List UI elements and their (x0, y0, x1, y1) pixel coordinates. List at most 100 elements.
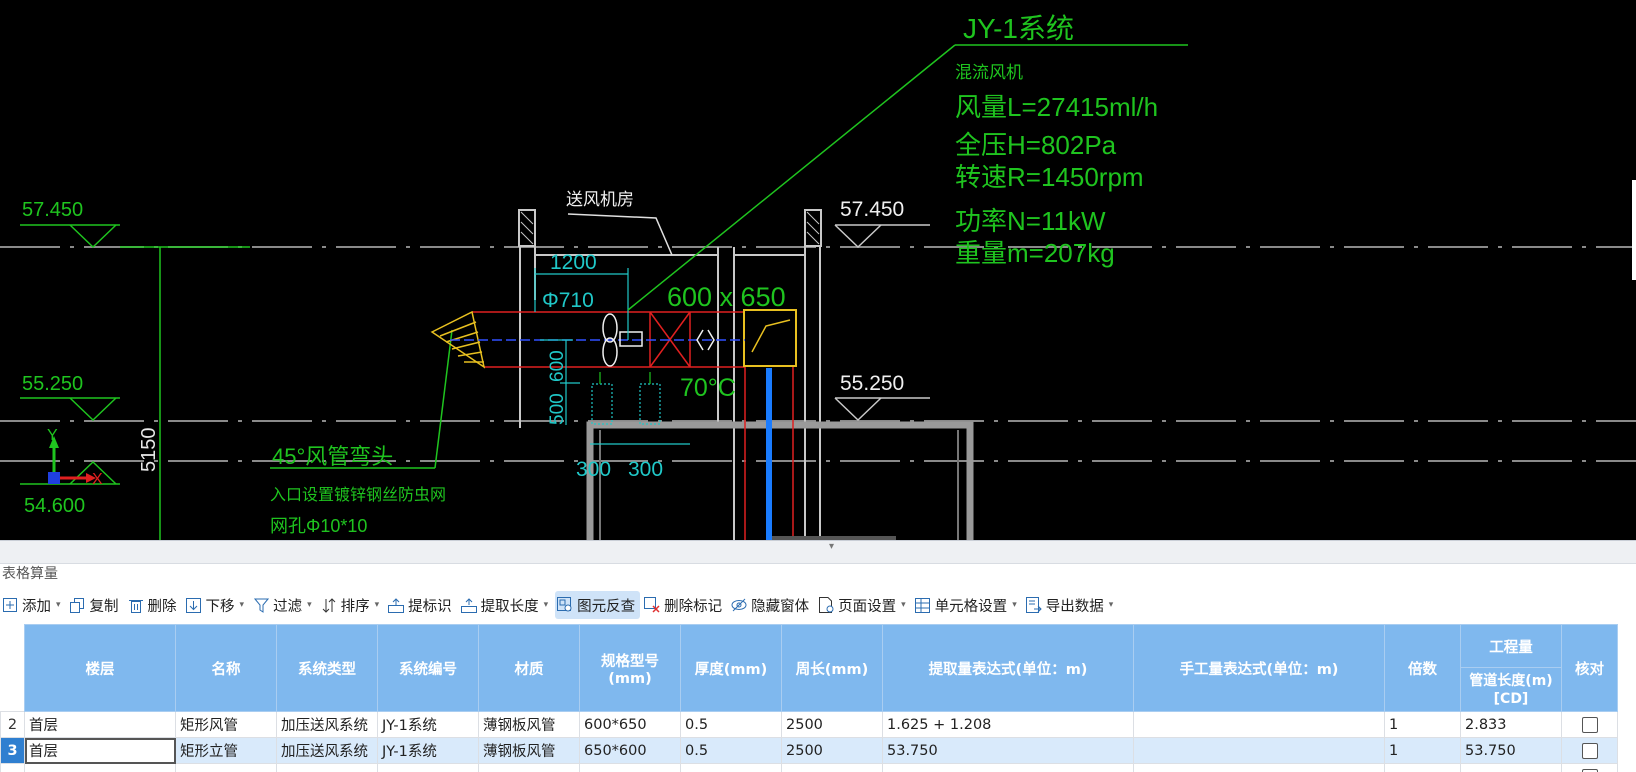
delete-button[interactable]: 删除 (126, 591, 182, 619)
extract-mark-label: 提标识 (408, 598, 452, 615)
cell-floor[interactable]: 首层 (24, 737, 176, 764)
cell-material[interactable]: 薄钢板风管 (478, 737, 580, 764)
arrow-down-icon (186, 597, 202, 613)
header-system-no[interactable]: 系统编号 (377, 624, 479, 712)
cad-drawing-canvas[interactable]: 57.450 55.250 54.600 5150 Y X 送风机房 57.45… (0, 0, 1636, 540)
delete-label: 删除 (147, 598, 177, 615)
header-extract-expr[interactable]: 提取量表达式(单位：m) (882, 624, 1134, 712)
row-number[interactable]: 3 (0, 737, 25, 764)
panel-title: 表格算量 (2, 566, 58, 582)
hide-window-button[interactable]: 隐藏窗体 (729, 591, 814, 619)
move-down-label: 下移 (205, 598, 235, 615)
cell-name[interactable]: 矩形风管 (175, 711, 277, 738)
reverse-lookup-button[interactable]: 图元反查 (555, 591, 641, 619)
check-checkbox[interactable] (1581, 768, 1598, 772)
cell-empty[interactable] (175, 763, 277, 772)
cell-empty[interactable] (276, 763, 378, 772)
check-checkbox[interactable] (1581, 742, 1598, 759)
dropdown-arrow-icon[interactable]: ▾ (375, 600, 380, 610)
cell-extract-expr[interactable]: 53.750 (882, 737, 1134, 764)
row-number[interactable] (0, 763, 25, 772)
dropdown-arrow-icon[interactable]: ▾ (307, 600, 312, 610)
cell-spec[interactable]: 650*600 (579, 737, 681, 764)
cell-pipe-length[interactable]: 2.833 (1460, 711, 1562, 738)
cell-empty[interactable] (24, 763, 176, 772)
cell-name[interactable]: 矩形立管 (175, 737, 277, 764)
cell-empty[interactable] (478, 763, 580, 772)
header-system-type[interactable]: 系统类型 (276, 624, 378, 712)
header-thickness[interactable]: 厚度(mm) (680, 624, 782, 712)
cell-multiplier[interactable]: 1 (1384, 737, 1461, 764)
cell-material[interactable]: 薄钢板风管 (478, 711, 580, 738)
cell-system-type[interactable]: 加压送风系统 (276, 737, 378, 764)
cell-system-type[interactable]: 加压送风系统 (276, 711, 378, 738)
copy-button[interactable]: 复制 (68, 591, 124, 619)
move-down-button[interactable]: 下移 ▾ (184, 591, 250, 619)
cell-thickness[interactable]: 0.5 (680, 737, 782, 764)
header-name[interactable]: 名称 (175, 624, 277, 712)
cell-system-no[interactable]: JY-1系统 (377, 711, 479, 738)
fan-symbol (602, 313, 715, 367)
cell-empty[interactable] (1133, 763, 1385, 772)
cell-empty[interactable] (579, 763, 681, 772)
header-spec[interactable]: 规格型号(mm) (579, 624, 681, 712)
sort-button[interactable]: 排序 ▾ (319, 591, 385, 619)
selected-riser[interactable] (766, 368, 772, 540)
export-data-button[interactable]: 导出数据 ▾ (1024, 591, 1119, 619)
system-title: JY-1系统 (963, 13, 1074, 44)
cell-pipe-length[interactable]: 53.750 (1460, 737, 1562, 764)
axis-x-label: X (92, 471, 103, 488)
cell-empty[interactable] (377, 763, 479, 772)
page-setup-button[interactable]: 页面设置 ▾ (816, 591, 911, 619)
cell-manual-expr[interactable] (1133, 737, 1385, 764)
duct-size-label: 600 x 650 (667, 282, 786, 312)
level-label-top: 57.450 (22, 199, 83, 221)
table-row-selected[interactable]: 3 首层 矩形立管 加压送风系统 JY-1系统 薄钢板风管 650*600 0.… (0, 737, 1618, 764)
header-material[interactable]: 材质 (478, 624, 580, 712)
extract-mark-button[interactable]: 提标识 (386, 591, 457, 619)
cell-empty[interactable] (781, 763, 883, 772)
table-row[interactable]: 2 首层 矩形风管 加压送风系统 JY-1系统 薄钢板风管 600*650 0.… (0, 711, 1618, 738)
panel-splitter[interactable]: ▾ (0, 540, 1636, 564)
cell-multiplier[interactable]: 1 (1384, 711, 1461, 738)
cell-manual-expr[interactable] (1133, 711, 1385, 738)
header-floor[interactable]: 楼层 (24, 624, 176, 712)
dropdown-arrow-icon[interactable]: ▾ (240, 600, 245, 610)
add-button[interactable]: 添加 ▾ (0, 591, 66, 619)
level-label-bottom: 54.600 (24, 495, 85, 517)
cell-setup-button[interactable]: 单元格设置 ▾ (913, 591, 1022, 619)
cell-empty[interactable] (882, 763, 1134, 772)
collapse-arrow-icon[interactable]: ▾ (829, 541, 834, 552)
filter-button[interactable]: 过滤 ▾ (251, 591, 317, 619)
right-level-mid: 55.250 (840, 372, 904, 395)
header-perimeter[interactable]: 周长(mm) (781, 624, 883, 712)
check-checkbox[interactable] (1581, 716, 1598, 733)
cell-empty[interactable] (1384, 763, 1461, 772)
header-pipe-length[interactable]: 管道长度(m) [CD] (1460, 667, 1562, 712)
dim-500: 500 (547, 393, 568, 425)
dropdown-arrow-icon[interactable]: ▾ (1012, 600, 1017, 610)
header-manual-expr[interactable]: 手工量表达式(单位：m) (1133, 624, 1385, 712)
cell-perimeter[interactable]: 2500 (781, 711, 883, 738)
cell-empty[interactable] (1460, 763, 1562, 772)
dropdown-arrow-icon[interactable]: ▾ (1109, 600, 1114, 610)
fan-type: 混流风机 (955, 63, 1023, 82)
cell-floor[interactable]: 首层 (24, 711, 176, 738)
delete-mark-button[interactable]: 删除标记 (642, 591, 727, 619)
cell-perimeter[interactable]: 2500 (781, 737, 883, 764)
cell-system-no[interactable]: JY-1系统 (377, 737, 479, 764)
cell-thickness[interactable]: 0.5 (680, 711, 782, 738)
dropdown-arrow-icon[interactable]: ▾ (544, 600, 549, 610)
header-multiplier[interactable]: 倍数 (1384, 624, 1461, 712)
header-quantity-group[interactable]: 工程量 (1460, 624, 1562, 668)
row-number[interactable]: 2 (0, 711, 25, 738)
cell-spec[interactable]: 600*650 (579, 711, 681, 738)
cell-extract-expr[interactable]: 1.625 + 1.208 (882, 711, 1134, 738)
table-row[interactable] (0, 763, 1618, 772)
dropdown-arrow-icon[interactable]: ▾ (56, 600, 61, 610)
header-check[interactable]: 核对 (1561, 624, 1618, 712)
extract-length-button[interactable]: 提取长度 ▾ (459, 591, 554, 619)
dropdown-arrow-icon[interactable]: ▾ (901, 600, 906, 610)
cell-empty[interactable] (680, 763, 782, 772)
quantity-table-container: 楼层 名称 系统类型 系统编号 材质 规格型号(mm) 厚度(mm) 周长(mm… (0, 624, 1636, 772)
